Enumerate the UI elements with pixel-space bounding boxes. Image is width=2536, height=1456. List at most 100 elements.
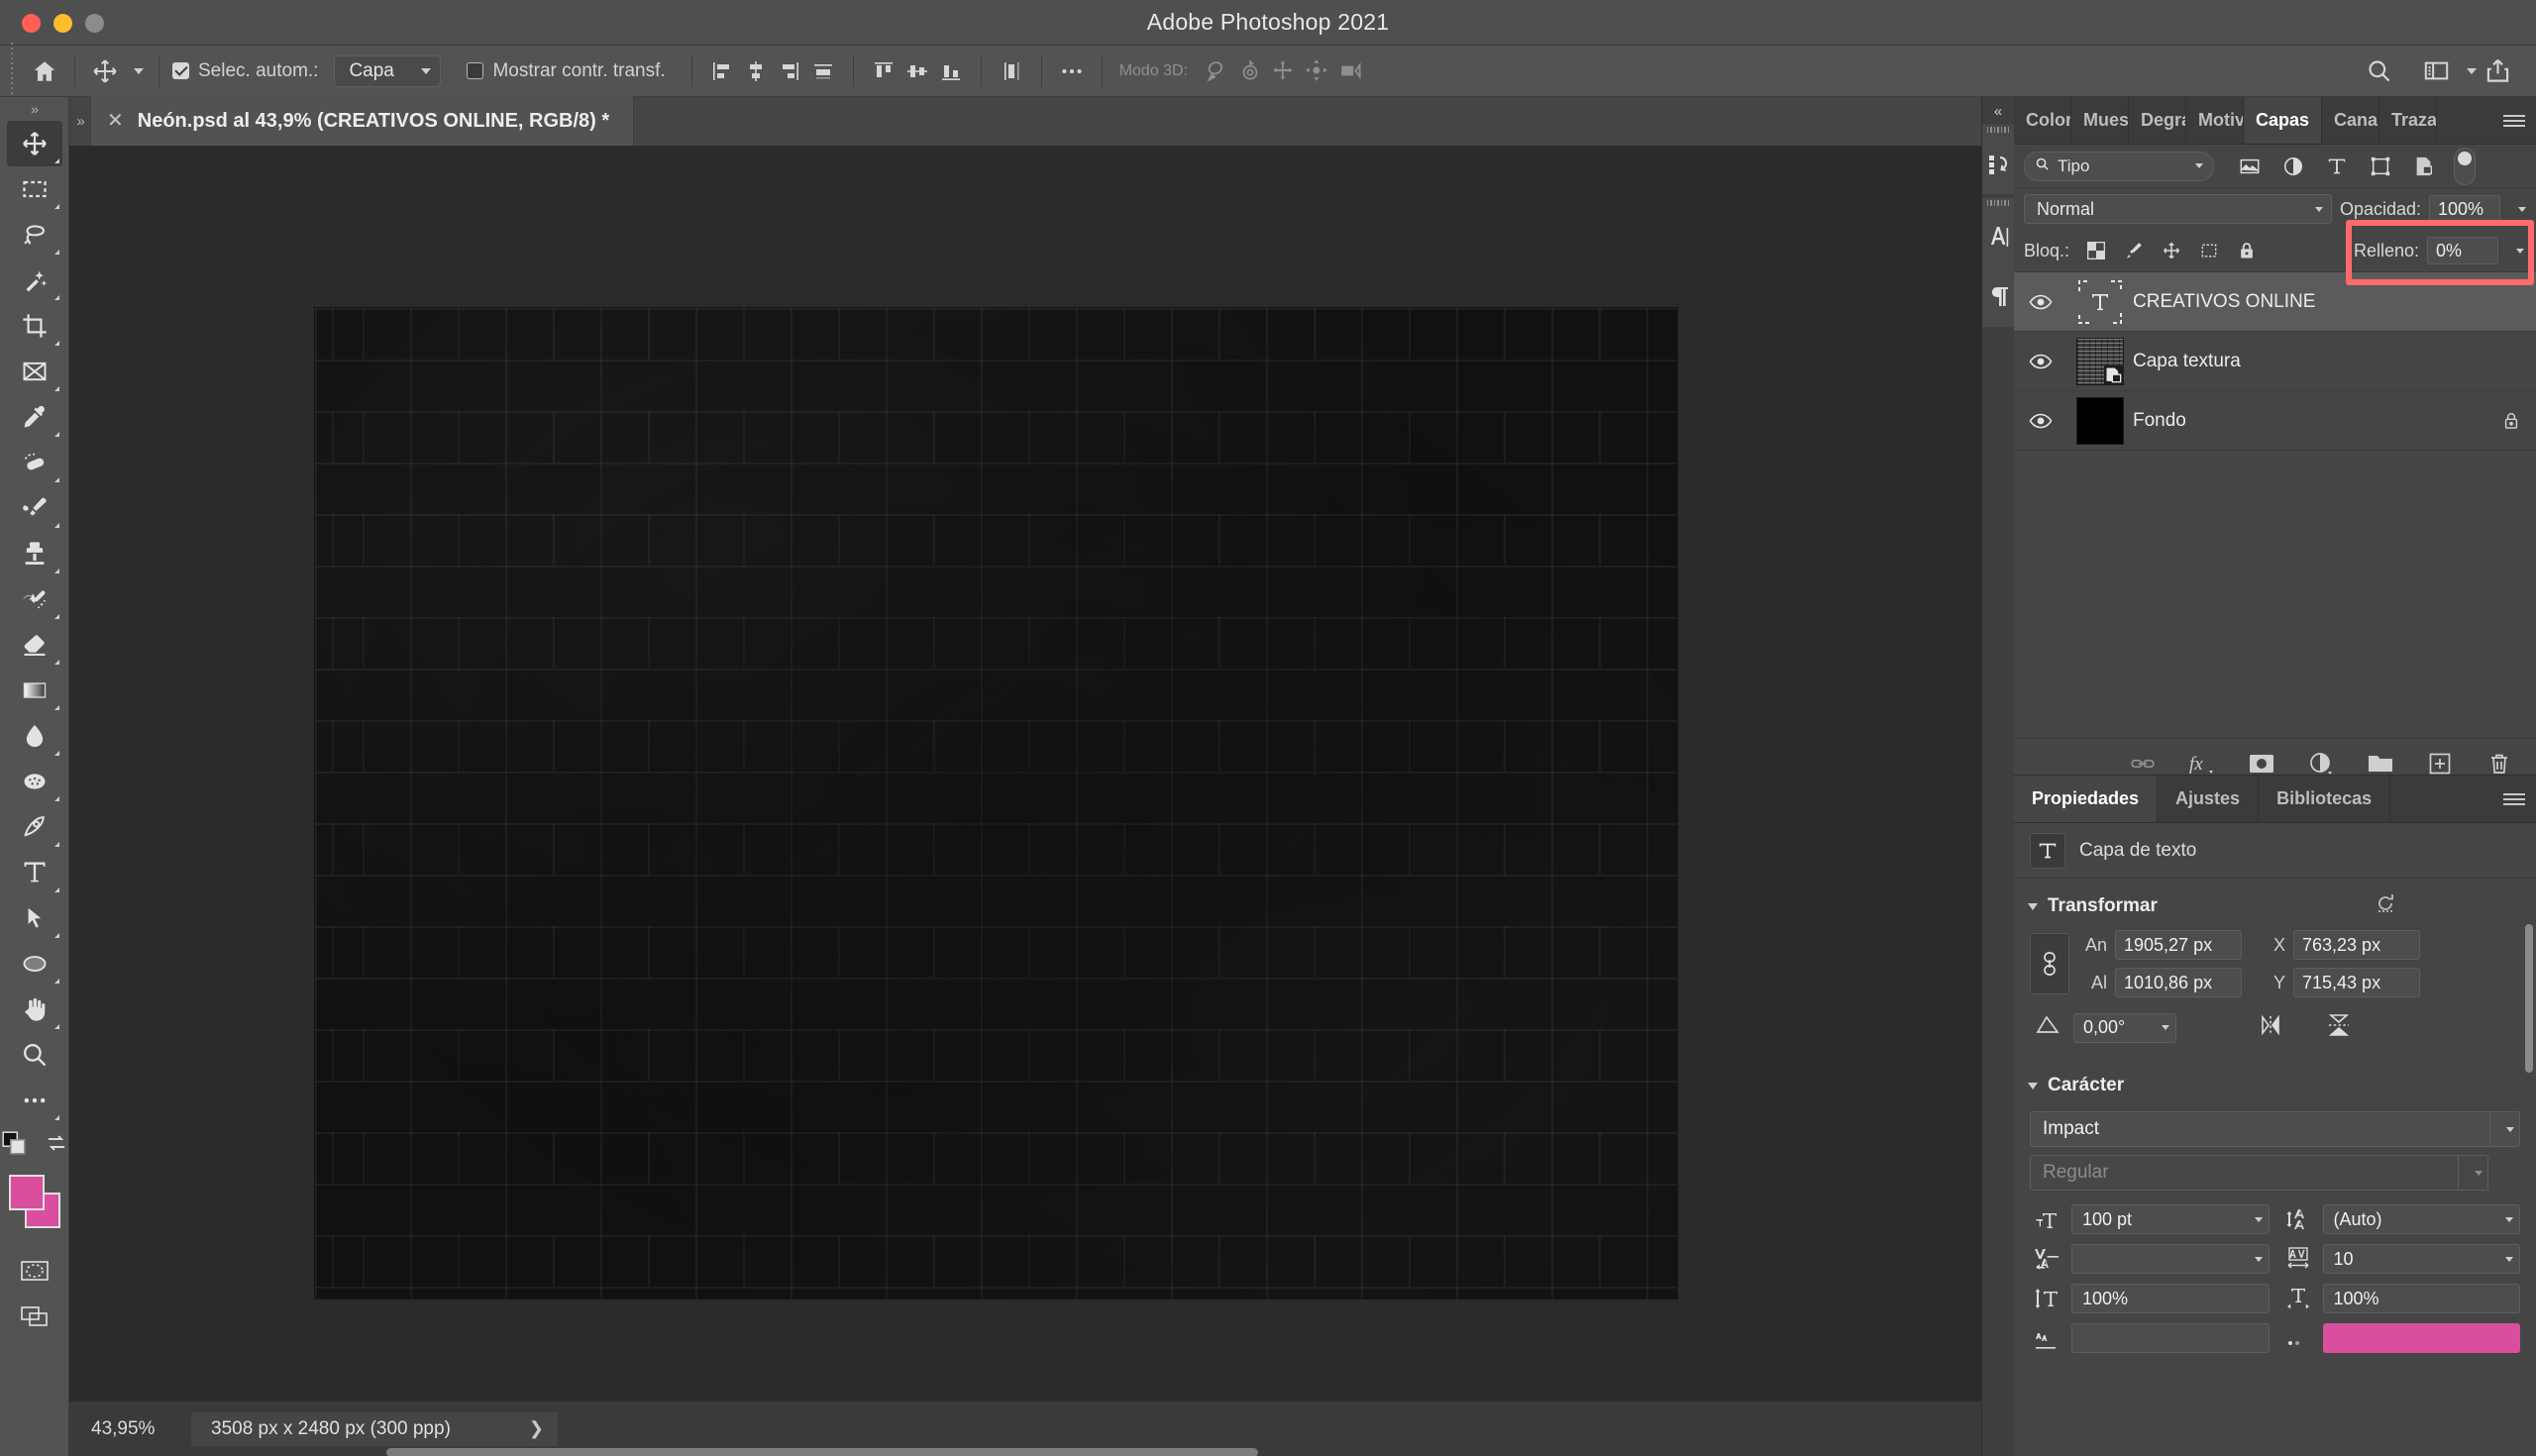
table-row[interactable]: Fondo (2014, 391, 2536, 451)
artboard[interactable] (315, 308, 1677, 1299)
tracking-input[interactable]: 10 (2322, 1244, 2520, 1274)
table-row[interactable]: CREATIVOS ONLINE (2014, 272, 2536, 332)
lasso-tool[interactable] (7, 212, 62, 258)
angle-input[interactable]: 0,00° (2073, 1012, 2176, 1043)
tab-channels[interactable]: Canales (2322, 97, 2380, 144)
layer-filter-type-dropdown[interactable]: Tipo (2024, 151, 2214, 181)
tool-preset-chevron-icon[interactable] (122, 54, 146, 88)
panel-menu-icon[interactable] (2492, 97, 2536, 144)
clone-stamp-tool[interactable] (7, 531, 62, 576)
ellipse-tool[interactable] (7, 941, 62, 987)
swap-colors-icon[interactable] (45, 1131, 68, 1160)
layer-visibility-toggle[interactable] (2014, 412, 2067, 430)
kerning-input[interactable] (2071, 1244, 2270, 1274)
foreground-color-swatch[interactable] (8, 1175, 45, 1210)
tab-color[interactable]: Color (2014, 97, 2071, 144)
show-transform-checkbox[interactable] (467, 62, 484, 79)
workspace-icon[interactable] (2419, 54, 2453, 88)
paragraph-icon[interactable] (1982, 267, 2015, 327)
more-options-icon[interactable] (1055, 54, 1089, 88)
filter-pixel-icon[interactable] (2228, 149, 2272, 184)
magic-wand-tool[interactable] (7, 258, 62, 303)
close-button[interactable] (22, 13, 41, 33)
layer-visibility-toggle[interactable] (2014, 353, 2067, 370)
crop-tool[interactable] (7, 303, 62, 349)
tab-swatches[interactable]: Muestras (2071, 97, 2129, 144)
distribute-vertically-icon[interactable] (995, 54, 1028, 88)
opacity-chevron-down-icon[interactable] (2518, 206, 2526, 212)
tab-paths[interactable]: Trazados (2379, 97, 2438, 144)
leading-input[interactable]: (Auto) (2322, 1204, 2520, 1234)
search-icon[interactable] (2362, 54, 2395, 88)
dodge-tool[interactable] (7, 759, 62, 804)
filter-smart-object-icon[interactable] (2402, 149, 2446, 184)
y-input[interactable]: 715,43 px (2293, 968, 2420, 997)
tab-gradients[interactable]: Degradados (2129, 97, 2186, 144)
properties-scrollbar[interactable] (2525, 924, 2533, 1073)
gradient-tool[interactable] (7, 668, 62, 713)
default-colors-icon[interactable] (1, 1130, 27, 1161)
filter-toggle-switch[interactable] (2454, 147, 2476, 185)
camera-3d-icon[interactable] (1334, 54, 1368, 88)
home-icon[interactable] (28, 54, 61, 88)
lock-artboard-nesting-icon[interactable] (2190, 234, 2228, 267)
eraser-tool[interactable] (7, 622, 62, 668)
flip-horizontal-icon[interactable] (2260, 1012, 2289, 1043)
align-top-edges-icon[interactable] (867, 54, 900, 88)
layer-thumbnail[interactable] (2067, 278, 2133, 326)
chevron-down-icon[interactable] (2453, 54, 2481, 88)
move-tool-icon[interactable] (88, 54, 122, 88)
document-tab[interactable]: ✕ Neón.psd al 43,9% (CREATIVOS ONLINE, R… (91, 96, 635, 146)
chevron-right-icon[interactable]: ❯ (529, 1418, 544, 1439)
fill-value[interactable]: 0% (2427, 237, 2498, 264)
tab-layers[interactable]: Capas (2244, 97, 2323, 144)
zoom-level[interactable]: 43,95% (69, 1418, 191, 1440)
canvas-area[interactable] (69, 147, 1981, 1401)
panel-grip[interactable] (1982, 198, 2014, 208)
fill-chevron-down-icon[interactable] (2516, 248, 2524, 254)
vertical-scale-input[interactable]: 100% (2071, 1284, 2270, 1313)
roll-3d-icon[interactable] (1233, 54, 1267, 88)
filter-shape-icon[interactable] (2359, 149, 2402, 184)
edit-toolbar-tool[interactable] (7, 1078, 62, 1123)
character-section-header[interactable]: Carácter (2014, 1068, 2536, 1103)
text-color-swatch[interactable] (2322, 1323, 2520, 1353)
table-row[interactable]: Capa textura (2014, 332, 2536, 391)
frame-tool[interactable] (7, 349, 62, 394)
align-left-edges-icon[interactable] (705, 54, 739, 88)
blur-tool[interactable] (7, 713, 62, 759)
tab-patterns[interactable]: Motivos (2186, 97, 2244, 144)
layers-empty-area[interactable] (2014, 451, 2536, 738)
distribute-horizontally-icon[interactable] (806, 54, 840, 88)
panel-menu-icon[interactable] (2492, 776, 2536, 822)
font-size-input[interactable]: 100 pt (2071, 1204, 2270, 1234)
layer-locked-icon[interactable] (2486, 410, 2536, 432)
layer-name[interactable]: Capa textura (2133, 351, 2536, 372)
path-selection-tool[interactable] (7, 895, 62, 941)
baseline-shift-input[interactable] (2071, 1323, 2270, 1353)
panel-grip[interactable] (1982, 125, 2014, 135)
font-family-dropdown[interactable]: Impact (2030, 1111, 2520, 1147)
healing-brush-tool[interactable] (7, 440, 62, 485)
pan-3d-icon[interactable] (1267, 54, 1301, 88)
x-input[interactable]: 763,23 px (2293, 930, 2420, 960)
orbit-3d-icon[interactable] (1200, 54, 1233, 88)
blend-mode-dropdown[interactable]: Normal (2024, 194, 2332, 224)
opacity-value[interactable]: 100% (2429, 195, 2500, 223)
transform-section-header[interactable]: Transformar (2014, 888, 2536, 924)
document-size-info[interactable]: 3508 px x 2480 px (300 ppp) ❯ (191, 1411, 558, 1446)
minimize-button[interactable] (53, 13, 72, 33)
horizontal-scrollbar[interactable] (386, 1448, 1258, 1456)
tab-adjustments[interactable]: Ajustes (2158, 776, 2260, 822)
height-input[interactable]: 1010,86 px (2115, 968, 2242, 997)
screen-mode-icon[interactable] (7, 1294, 62, 1339)
horizontal-type-tool[interactable] (7, 850, 62, 895)
close-icon[interactable]: ✕ (107, 111, 124, 131)
share-icon[interactable] (2481, 54, 2514, 88)
layer-name[interactable]: Fondo (2133, 410, 2486, 432)
zoom-button[interactable] (85, 13, 104, 33)
layer-thumbnail[interactable] (2067, 396, 2133, 445)
slide-3d-icon[interactable] (1301, 54, 1334, 88)
quick-mask-icon[interactable] (7, 1248, 62, 1294)
filter-type-icon[interactable] (2315, 149, 2359, 184)
